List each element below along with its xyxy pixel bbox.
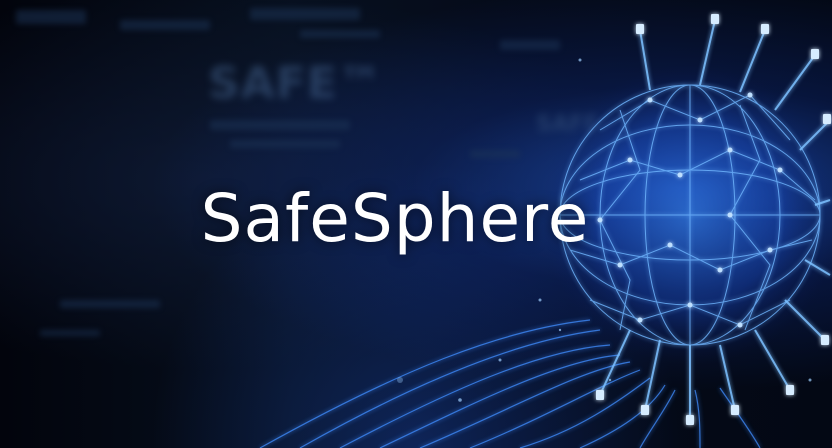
brand-title: SafeSphere <box>200 180 590 257</box>
hero-banner: SAFE™ SAFE SafeSphere <box>0 0 832 448</box>
